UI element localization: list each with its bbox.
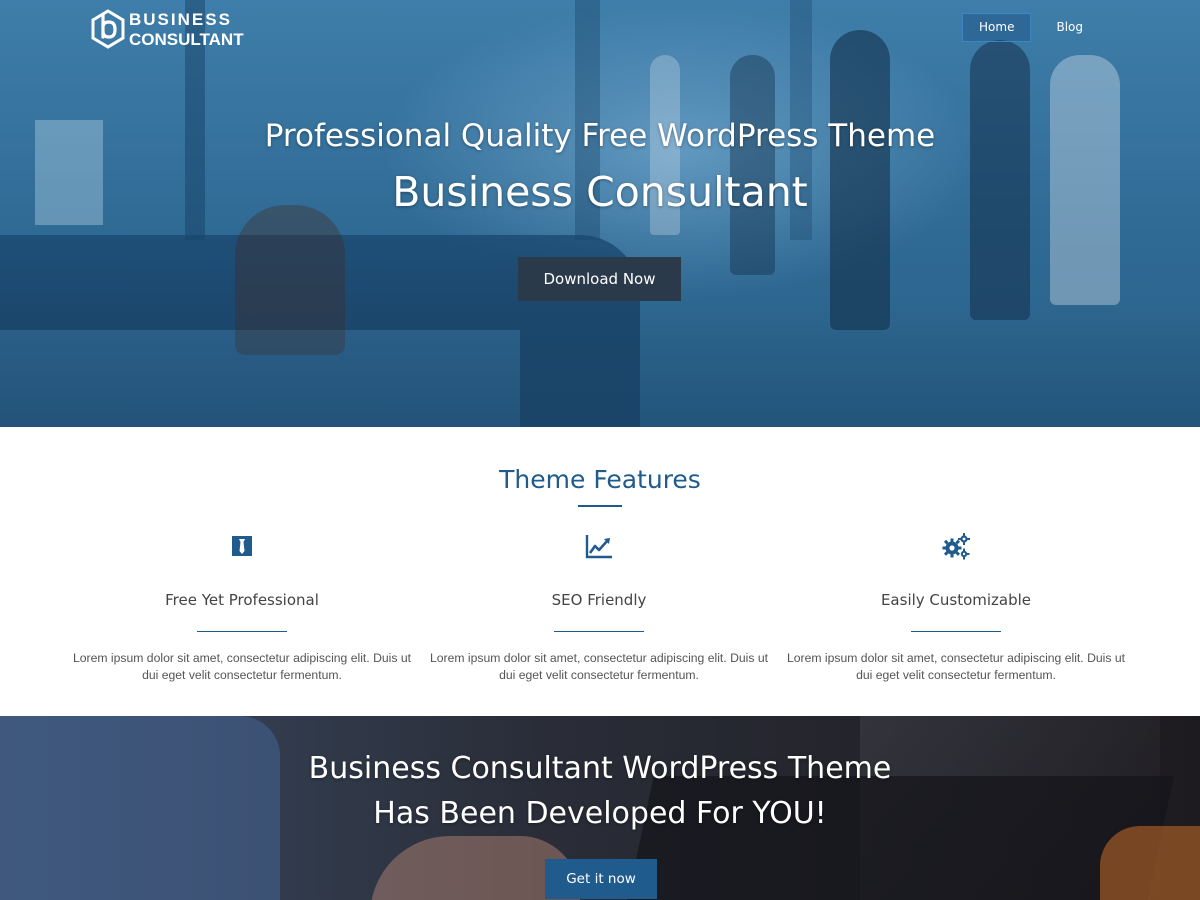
cta-title: Business Consultant WordPress Theme Has … [0,746,1200,836]
hero-section: BUSINESS CONSULTANT Home Blog Profession… [0,0,1200,427]
gears-icon [942,533,970,560]
logo-line-2: CONSULTANT [129,29,244,49]
feature-card: Easily Customizable Lorem ipsum dolor si… [786,427,1126,716]
site-logo[interactable]: BUSINESS CONSULTANT [91,8,244,50]
hero-title: Business Consultant [392,168,808,216]
download-now-button[interactable]: Download Now [518,257,681,301]
logo-line-1: BUSINESS [129,9,232,29]
nav-item-blog[interactable]: Blog [1039,13,1100,42]
feature-divider [197,631,287,632]
feature-description: Lorem ipsum dolor sit amet, consectetur … [429,651,768,682]
feature-card: SEO Friendly Lorem ipsum dolor sit amet,… [429,427,769,716]
cta-title-line-1: Business Consultant WordPress Theme [308,751,892,786]
line-chart-icon [585,535,612,559]
tie-icon [232,536,252,556]
feature-divider [554,631,644,632]
hexagon-b-logo-icon [91,9,125,49]
get-it-now-button[interactable]: Get it now [545,859,657,899]
feature-title: Free Yet Professional [165,591,319,609]
nav-item-home[interactable]: Home [962,13,1032,42]
main-nav: Home Blog [962,13,1100,42]
logo-text: BUSINESS CONSULTANT [129,11,244,48]
cta-section: Business Consultant WordPress Theme Has … [0,716,1200,900]
feature-card: Free Yet Professional Lorem ipsum dolor … [72,427,412,716]
features-section: Theme Features Free Yet Professional Lor… [0,427,1200,716]
feature-divider [911,631,1001,632]
feature-description: Lorem ipsum dolor sit amet, consectetur … [786,651,1125,682]
feature-description: Lorem ipsum dolor sit amet, consectetur … [72,651,411,682]
cta-title-line-2: Has Been Developed For YOU! [373,796,827,831]
feature-title: Easily Customizable [880,591,1032,609]
hero-subtitle: Professional Quality Free WordPress Them… [264,118,936,154]
feature-title: SEO Friendly [551,591,647,609]
